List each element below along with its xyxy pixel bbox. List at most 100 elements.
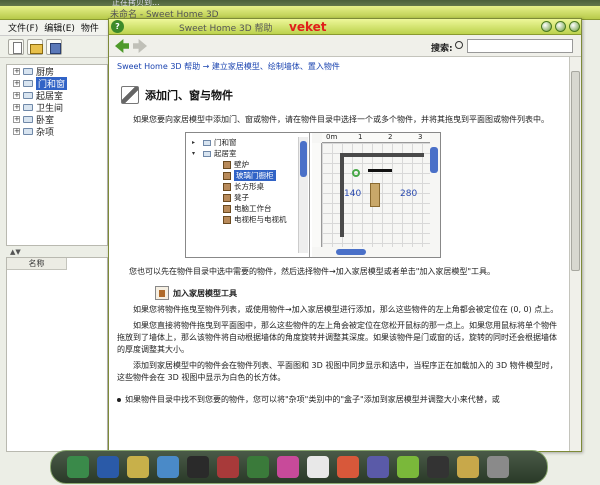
illustration-tree-row: ▸ 门和窗: [186, 137, 309, 148]
plan-vscroll: [430, 147, 438, 173]
illustration-tree-row: 电脑工作台: [186, 203, 309, 214]
photos-icon[interactable]: [397, 456, 419, 478]
paragraph-list-drop: 如果您将物件拖曳至物件列表，或使用物件→加入家居模型进行添加，那么这些物件的左上…: [133, 305, 559, 314]
help-logo-icon: ?: [111, 20, 124, 33]
tip-bullet: 如果物件目录中找不到您要的物件，您可以将"杂项"类别中的"盒子"添加到家居模型并…: [117, 394, 561, 405]
chart-app-icon[interactable]: [67, 456, 89, 478]
expand-icon[interactable]: +: [13, 103, 20, 111]
app-toolbar: [0, 36, 110, 58]
help-titlebar[interactable]: ? Sweet Home 3D 帮助 veket: [109, 19, 581, 35]
trash-icon[interactable]: [487, 456, 509, 478]
furniture-icon: [223, 204, 231, 213]
folder-icon: [23, 67, 33, 75]
furniture-icon: [223, 182, 231, 191]
expand-icon[interactable]: +: [13, 115, 20, 123]
search-input[interactable]: [467, 39, 573, 53]
furniture-icon: [223, 171, 231, 180]
bullet-icon: [117, 398, 121, 402]
illustration-tree-label: 壁炉: [234, 160, 249, 169]
catalog-category[interactable]: + 门和窗: [7, 76, 107, 90]
help-title: Sweet Home 3D 帮助: [179, 24, 273, 34]
triangle-icon: ▾: [192, 150, 196, 157]
folder-icon: [203, 150, 211, 157]
minimize-icon[interactable]: [541, 21, 552, 32]
new-file-icon[interactable]: [8, 38, 24, 55]
catalog-category-label: 杂项: [36, 127, 55, 138]
music-icon[interactable]: [277, 456, 299, 478]
back-arrow-icon[interactable]: [115, 39, 129, 53]
illustration-tree-row: 凳子: [186, 192, 309, 203]
add-furniture-tool: 加入家居模型工具: [155, 286, 561, 300]
forward-arrow-icon[interactable]: [133, 39, 147, 53]
folder-icon: [23, 127, 33, 135]
section-heading: 添加门、窗与物件: [121, 86, 561, 104]
menu-furniture[interactable]: 物件: [81, 21, 99, 34]
plan-ruler-left: [312, 143, 322, 247]
files-icon[interactable]: [457, 456, 479, 478]
folder-icon: [23, 103, 33, 111]
menu-file[interactable]: 文件(F): [8, 21, 38, 34]
menu-edit[interactable]: 编辑(E): [44, 21, 75, 34]
catalog-category[interactable]: + 厨房: [7, 65, 107, 78]
plan-hscroll: [336, 249, 366, 255]
catalog-category[interactable]: + 卧室: [7, 113, 107, 126]
qq-penguin-icon[interactable]: [307, 456, 329, 478]
chat-icon[interactable]: [127, 456, 149, 478]
dimension-140: 140: [344, 189, 362, 199]
illustration-tree-label: 电脑工作台: [234, 204, 272, 213]
paragraph-add: 您也可以先在物件目录中选中需要的物件，然后选择物件→加入家居模型或者单击"加入家…: [129, 267, 496, 276]
wall: [340, 153, 424, 157]
veket-watermark: veket: [289, 20, 327, 34]
illustration-catalog: ▸ 门和窗 ▾ 起居室 壁炉 玻璃门橱柜 长方形桌 凳子 电脑工作台 电视柜与电视机: [186, 133, 310, 257]
help-content: Sweet Home 3D 帮助 → 建立家居模型、绘制墙体、置入物件 添加门、…: [109, 57, 569, 451]
help-toolbar: 搜索:: [109, 35, 581, 57]
ruler-tick: 2: [388, 133, 393, 141]
search-icon[interactable]: [455, 41, 463, 49]
furniture-icon: [223, 193, 231, 202]
expand-icon[interactable]: +: [13, 127, 20, 135]
expand-icon[interactable]: +: [13, 79, 20, 87]
split-pane-arrows-icon[interactable]: ▲▼: [6, 248, 108, 256]
help-window: ? Sweet Home 3D 帮助 veket 搜索: Sweet Home …: [108, 18, 582, 452]
catalog-category[interactable]: + 杂项: [7, 125, 107, 138]
tip-text: 如果物件目录中找不到您要的物件，您可以将"杂项"类别中的"盒子"添加到家居模型并…: [125, 395, 500, 404]
illustration-tree-label: 长方形桌: [234, 182, 264, 191]
breadcrumb[interactable]: Sweet Home 3D 帮助 → 建立家居模型、绘制墙体、置入物件: [117, 61, 561, 72]
illustration-tree-row: 长方形桌: [186, 181, 309, 192]
cabinet-outline: [368, 169, 392, 172]
triangle-icon: ▸: [192, 139, 196, 146]
monitor-icon[interactable]: [97, 456, 119, 478]
save-icon[interactable]: [46, 38, 62, 55]
illustration-tree-row: 玻璃门橱柜: [186, 170, 309, 181]
notes-icon[interactable]: [367, 456, 389, 478]
dimension-280: 280: [400, 189, 418, 199]
furniture-icon: [223, 160, 231, 169]
catalog-tree: + 厨房 + 门和窗 + 起居室 + 卫生间 + 卧室 + 杂项: [6, 64, 108, 246]
folder-icon: [23, 79, 33, 87]
expand-icon[interactable]: +: [13, 67, 20, 75]
furniture-column-name[interactable]: 名称: [7, 258, 67, 270]
illustration-tree-label: 电视柜与电视机: [234, 215, 287, 224]
ruler-tick: 0m: [326, 133, 338, 141]
network-icon[interactable]: [187, 456, 209, 478]
catalog-category[interactable]: + 起居室: [7, 89, 107, 102]
close-icon[interactable]: [569, 21, 580, 32]
intro-paragraph: 如果您要向家居模型中添加门、窗或物件，请在物件目录中选择一个或多个物件，并将其拖…: [133, 115, 549, 124]
terminal-icon[interactable]: [427, 456, 449, 478]
furniture-list: 名称: [6, 257, 108, 452]
calendar-icon[interactable]: [337, 456, 359, 478]
security-icon[interactable]: [247, 456, 269, 478]
open-folder-icon[interactable]: [27, 38, 43, 55]
app-menubar: 文件(F) 编辑(E) 物件: [0, 20, 110, 36]
help-scrollbar[interactable]: [569, 57, 581, 451]
catalog-category[interactable]: + 卫生间: [7, 101, 107, 114]
illustration-tree-label: 玻璃门橱柜: [234, 170, 276, 181]
media-icon[interactable]: [217, 456, 239, 478]
expand-icon[interactable]: +: [13, 91, 20, 99]
desktop-dock: [50, 450, 548, 484]
search-label: 搜索:: [431, 44, 453, 54]
ruler-tick: 3: [418, 133, 423, 141]
maximize-icon[interactable]: [555, 21, 566, 32]
browser-icon[interactable]: [157, 456, 179, 478]
illustration-tree-label: 凳子: [234, 193, 249, 202]
